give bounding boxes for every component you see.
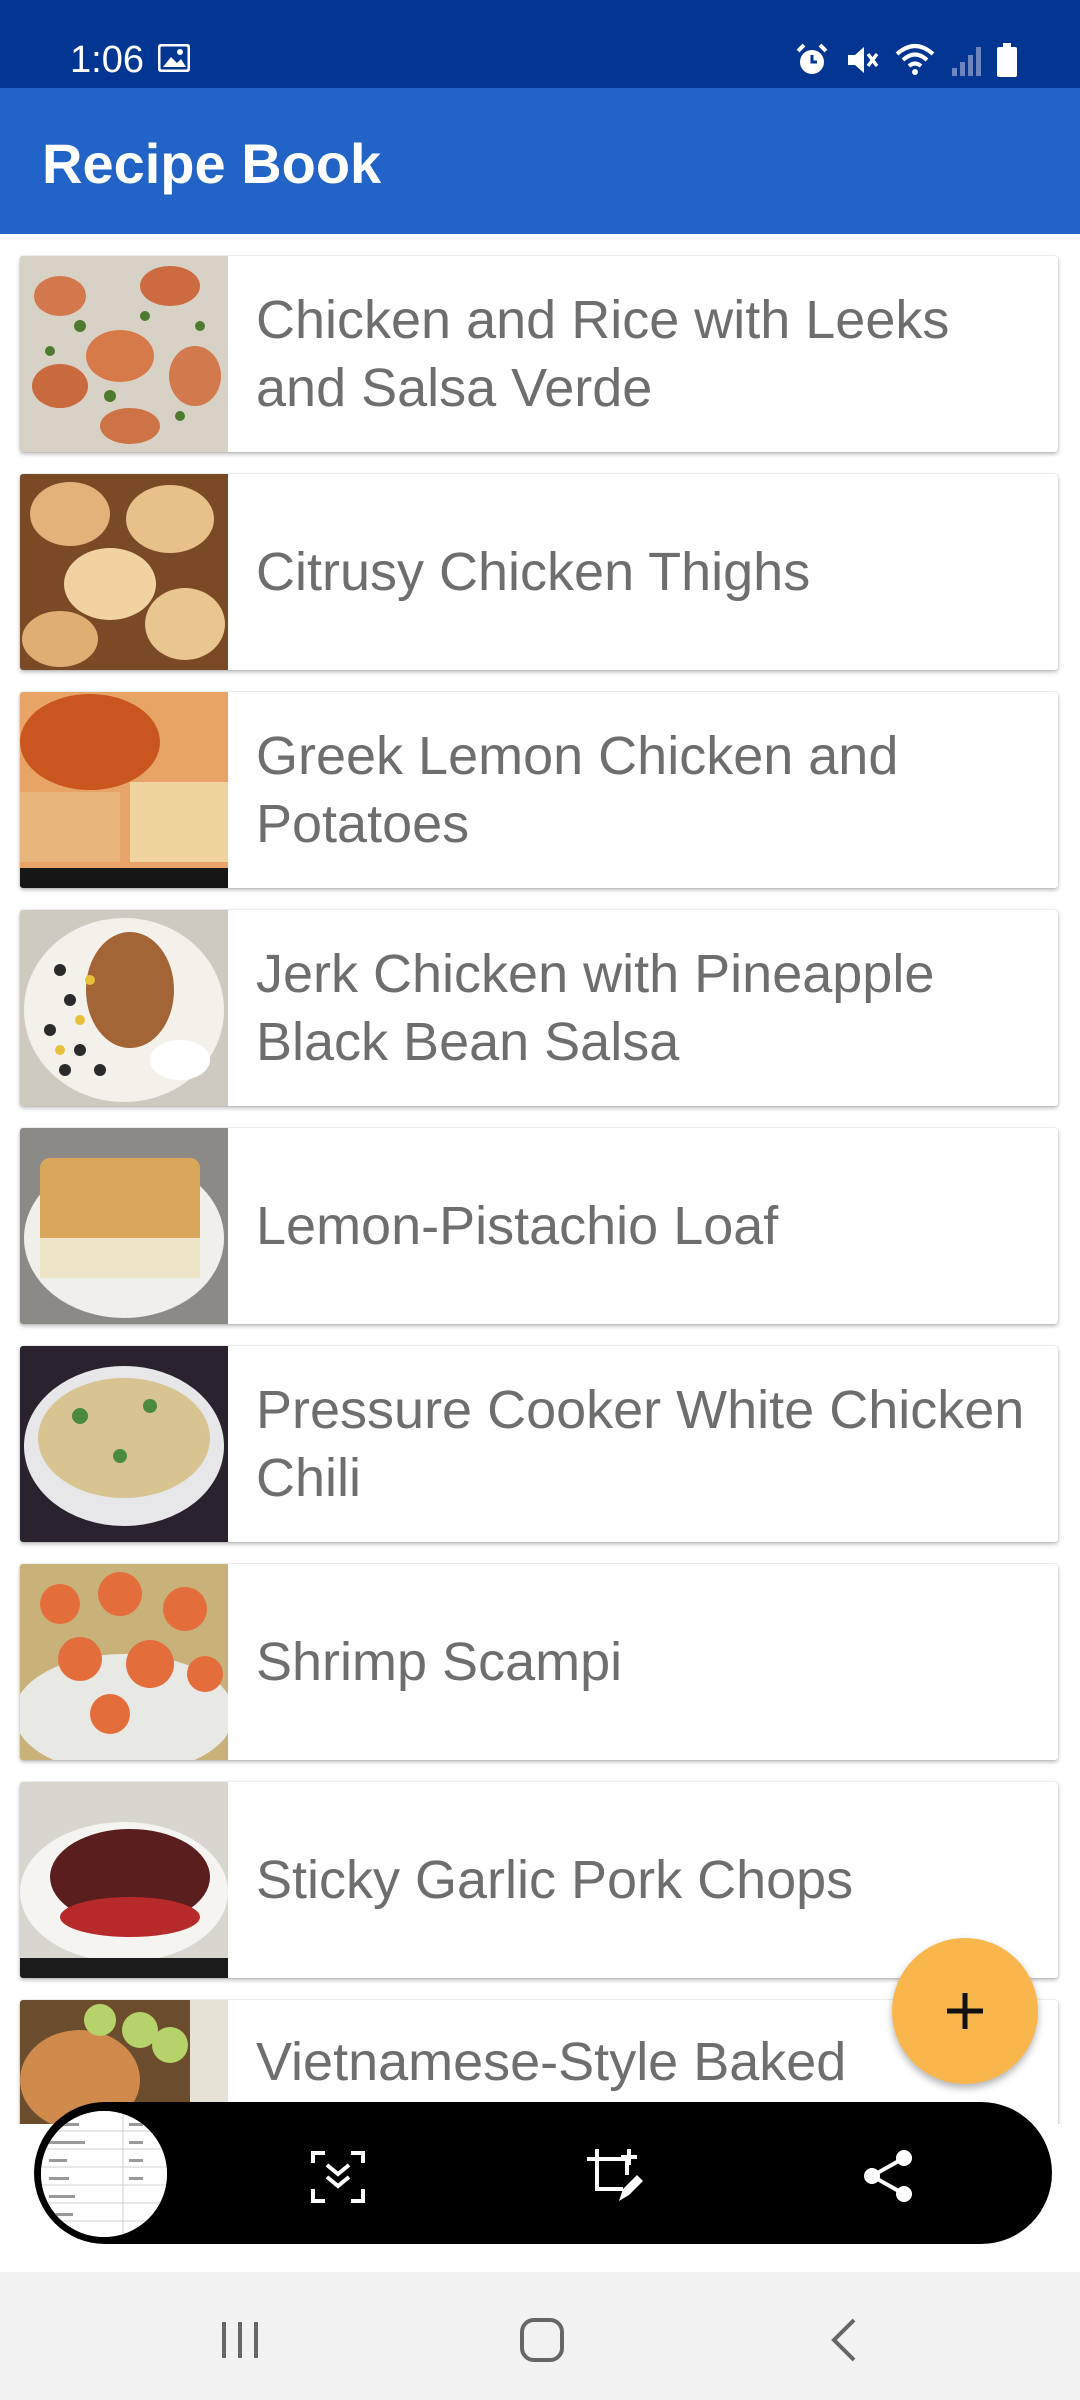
recipe-card[interactable]: Greek Lemon Chicken and Potatoes bbox=[20, 692, 1058, 888]
recipe-list[interactable]: Chicken and Rice with Leeks and Salsa Ve… bbox=[0, 234, 1080, 2124]
recipe-title: Pressure Cooker White Chicken Chili bbox=[256, 1380, 1025, 1508]
thumbnail-preview bbox=[41, 2111, 167, 2237]
app-bar: Recipe Book bbox=[0, 88, 1080, 234]
plus-icon bbox=[947, 1993, 983, 2029]
recipe-title: Jerk Chicken with Pineapple Black Bean S… bbox=[256, 944, 935, 1072]
battery-icon bbox=[997, 43, 1017, 77]
recipe-title: Lemon-Pistachio Loaf bbox=[256, 1196, 779, 1256]
app-title: Recipe Book bbox=[42, 132, 382, 195]
recipe-image bbox=[20, 1346, 228, 1542]
scroll-capture-icon bbox=[311, 2151, 365, 2203]
recipe-card[interactable]: Sticky Garlic Pork Chops bbox=[20, 1782, 1058, 1978]
status-time: 1:06 bbox=[70, 39, 144, 81]
recipe-card[interactable]: Chicken and Rice with Leeks and Salsa Ve… bbox=[20, 256, 1058, 452]
recipe-title: Sticky Garlic Pork Chops bbox=[256, 1850, 854, 1910]
signal-icon bbox=[952, 47, 981, 76]
recipe-card[interactable]: Pressure Cooker White Chicken Chili bbox=[20, 1346, 1058, 1542]
mute-icon bbox=[848, 47, 879, 73]
add-recipe-button[interactable] bbox=[892, 1938, 1038, 2084]
recipe-image bbox=[20, 692, 228, 888]
scroll-capture-button[interactable] bbox=[306, 2144, 370, 2208]
wifi-icon bbox=[895, 44, 935, 75]
recipe-image bbox=[20, 910, 228, 1106]
gallery-icon bbox=[158, 44, 190, 72]
recipe-card[interactable]: Shrimp Scampi bbox=[20, 1564, 1058, 1760]
recipe-image bbox=[20, 1128, 228, 1324]
recipe-image bbox=[20, 1782, 228, 1978]
recipe-image bbox=[20, 474, 228, 670]
share-button[interactable] bbox=[856, 2144, 920, 2208]
back-icon bbox=[831, 2318, 856, 2362]
crop-edit-button[interactable] bbox=[582, 2144, 646, 2208]
recents-button[interactable] bbox=[210, 2310, 270, 2370]
screenshot-thumbnail[interactable] bbox=[36, 2106, 172, 2242]
crop-edit-icon bbox=[587, 2149, 643, 2201]
recents-icon bbox=[222, 2322, 258, 2358]
recipe-title: Citrusy Chicken Thighs bbox=[256, 542, 811, 602]
recipe-image bbox=[20, 1564, 228, 1760]
recipe-title: Chicken and Rice with Leeks and Salsa Ve… bbox=[256, 290, 950, 418]
share-icon bbox=[864, 2150, 912, 2202]
home-button[interactable] bbox=[512, 2310, 572, 2370]
back-button[interactable] bbox=[814, 2310, 874, 2370]
recipe-title: Greek Lemon Chicken and Potatoes bbox=[256, 726, 899, 854]
recipe-card[interactable]: Lemon-Pistachio Loaf bbox=[20, 1128, 1058, 1324]
recipe-image bbox=[20, 256, 228, 452]
home-icon bbox=[520, 2318, 564, 2362]
recipe-card[interactable]: Jerk Chicken with Pineapple Black Bean S… bbox=[20, 910, 1058, 1106]
recipe-card[interactable]: Citrusy Chicken Thighs bbox=[20, 474, 1058, 670]
status-bar: 1:06 bbox=[0, 0, 1080, 88]
alarm-icon bbox=[796, 43, 828, 74]
recipe-title: Shrimp Scampi bbox=[256, 1632, 623, 1692]
